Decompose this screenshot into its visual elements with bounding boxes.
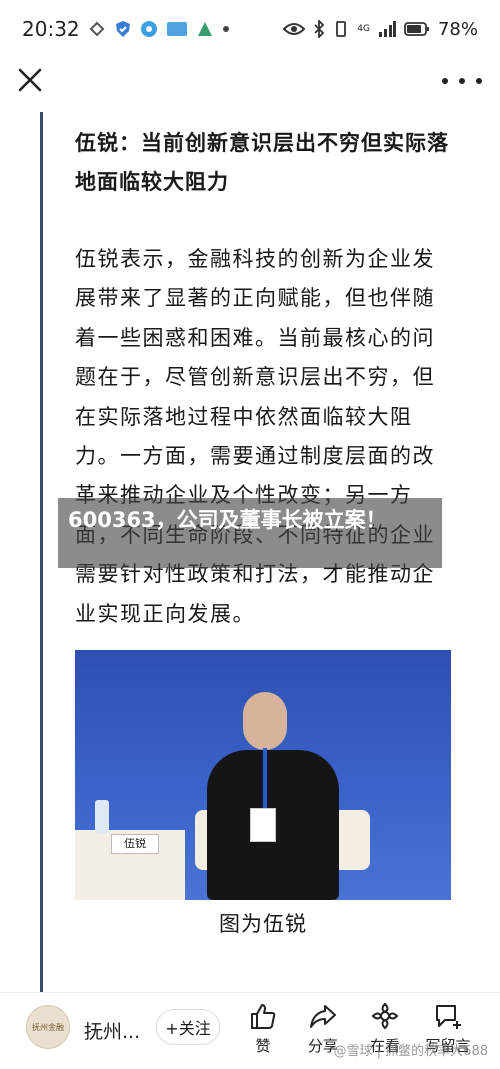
close-icon <box>18 68 42 92</box>
share-icon <box>310 1005 336 1028</box>
section-heading: 伍锐：当前创新意识层出不穷但实际落地面临较大阻力 <box>75 131 449 194</box>
more-dot-icon <box>459 78 465 84</box>
thumbs-up-icon <box>251 1004 276 1029</box>
signal-icon <box>378 21 396 37</box>
bottom-bar: 抚州金融 抚州... +关注 赞 分享 在看 写留言 @雪球 | 抓鳖的秋率大6… <box>0 992 500 1069</box>
bluetooth-icon <box>313 20 325 38</box>
eye-icon <box>283 21 306 37</box>
flower-icon <box>371 1002 399 1030</box>
more-dot-icon <box>476 78 482 84</box>
vibrate-icon <box>333 20 349 38</box>
shield-icon <box>114 20 132 38</box>
watermark: @雪球 | 抓鳖的秋率大688 <box>333 1044 488 1059</box>
status-bar: 20:32 4G 78% <box>0 0 500 58</box>
photo-lanyard <box>263 748 267 813</box>
network-label: 4G <box>357 23 370 34</box>
like-button[interactable]: 赞 <box>238 1001 288 1056</box>
quote-rule <box>40 112 43 992</box>
dot-icon <box>222 25 230 33</box>
top-nav <box>0 58 500 108</box>
author-avatar[interactable]: 抚州金融 <box>26 1005 70 1049</box>
like-label: 赞 <box>255 1037 271 1055</box>
notification-icon <box>88 20 106 38</box>
app-icon-3 <box>196 20 214 38</box>
photo-caption: 图为伍锐 <box>219 912 307 937</box>
photo-badge <box>250 808 276 843</box>
app-icon <box>140 20 158 38</box>
comment-add-icon <box>436 1005 461 1029</box>
article-paragraph: 伍锐表示，金融科技的创新为企业发展带来了显著的正向赋能，但也伴随着一些困惑和困难… <box>75 247 435 626</box>
headline-overlay[interactable]: 600363，公司及董事长被立案！ <box>58 498 442 568</box>
overlay-title: 600363，公司及董事长被立案！ <box>68 508 387 532</box>
article-photo[interactable]: 伍锐 <box>75 650 451 901</box>
avatar-text: 抚州金融 <box>32 1022 64 1032</box>
close-button[interactable] <box>12 62 48 98</box>
photo-bottle <box>95 800 109 835</box>
more-options-button[interactable] <box>442 66 482 96</box>
battery-icon <box>404 21 430 37</box>
app-icon-2 <box>166 20 188 38</box>
author-name[interactable]: 抚州... <box>84 1017 140 1044</box>
follow-button[interactable]: +关注 <box>156 1009 220 1045</box>
photo-person-head <box>243 692 287 751</box>
more-dot-icon <box>442 78 448 84</box>
battery-level: 78% <box>437 18 478 40</box>
status-time: 20:32 <box>22 17 80 41</box>
photo-nameplate: 伍锐 <box>111 834 159 855</box>
